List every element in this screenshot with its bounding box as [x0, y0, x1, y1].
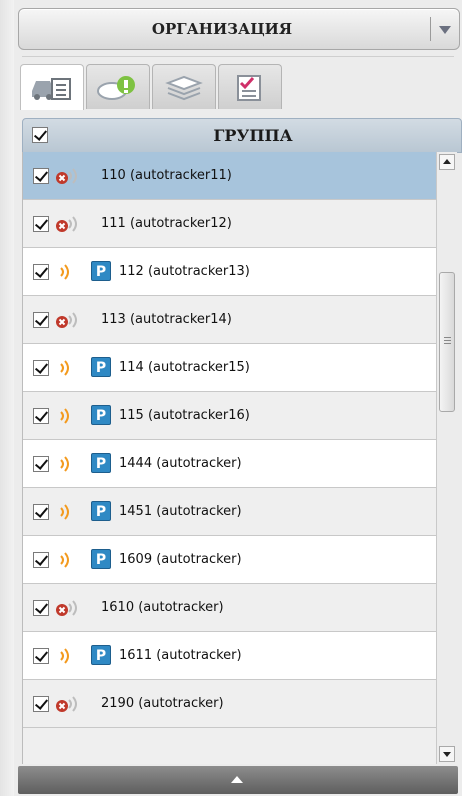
organization-title: ОРГАНИЗАЦИЯ: [151, 20, 293, 38]
unit-row[interactable]: P 1444 (autotracker): [23, 440, 437, 488]
signal-offline-icon: [56, 600, 77, 616]
parking-icon: P: [91, 645, 111, 665]
scroll-up-button[interactable]: [439, 154, 455, 170]
parking-icon: P: [91, 405, 111, 425]
unit-row[interactable]: P 112 (autotracker13): [23, 248, 437, 296]
unit-name: 112 (autotracker13): [119, 264, 250, 279]
unit-name: 111 (autotracker12): [101, 216, 232, 231]
parking-icon: P: [91, 357, 111, 377]
select-all-checkbox[interactable]: [32, 127, 48, 143]
unit-row[interactable]: 2190 (autotracker): [23, 680, 437, 728]
group-header: ГРУППА: [22, 118, 462, 153]
unit-row[interactable]: P 1451 (autotracker): [23, 488, 437, 536]
unit-name: 110 (autotracker11): [101, 168, 232, 183]
parking-icon: P: [91, 549, 111, 569]
unit-row[interactable]: P 1611 (autotracker): [23, 632, 437, 680]
scroll-thumb[interactable]: [439, 272, 455, 412]
unit-checkbox[interactable]: [33, 360, 49, 376]
unit-list: 110 (autotracker11) 111 (autotracker12) P 1…: [22, 152, 437, 764]
organization-dropdown[interactable]: ОРГАНИЗАЦИЯ: [18, 8, 460, 50]
unit-name: 1611 (autotracker): [119, 648, 242, 663]
unit-name: 1609 (autotracker): [119, 552, 242, 567]
unit-checkbox[interactable]: [33, 648, 49, 664]
unit-checkbox[interactable]: [33, 552, 49, 568]
signal-online-icon: [60, 408, 69, 424]
unit-checkbox[interactable]: [33, 456, 49, 472]
parking-icon: P: [91, 261, 111, 281]
unit-name: 1444 (autotracker): [119, 456, 242, 471]
unit-name: 113 (autotracker14): [101, 312, 232, 327]
unit-row[interactable]: 111 (autotracker12): [23, 200, 437, 248]
unit-name: 1451 (autotracker): [119, 504, 242, 519]
unit-checkbox[interactable]: [33, 696, 49, 712]
tab-geozones[interactable]: [86, 64, 150, 109]
signal-online-icon: [60, 648, 69, 664]
unit-name: 1610 (autotracker): [101, 600, 224, 615]
left-edge: [0, 0, 14, 796]
car-list-icon: [32, 78, 71, 100]
unit-checkbox[interactable]: [33, 216, 49, 232]
dropdown-separator: [430, 17, 431, 41]
tab-reports[interactable]: [218, 64, 282, 109]
unit-checkbox[interactable]: [33, 312, 49, 328]
signal-online-icon: [60, 264, 69, 280]
unit-row[interactable]: [23, 728, 437, 764]
unit-row[interactable]: P 114 (autotracker15): [23, 344, 437, 392]
signal-online-icon: [60, 504, 69, 520]
unit-checkbox[interactable]: [33, 168, 49, 184]
parking-icon: P: [91, 453, 111, 473]
signal-online-icon: [60, 552, 69, 568]
signal-online-icon: [60, 456, 69, 472]
signal-offline-icon: [56, 168, 77, 184]
grip-icon: [444, 337, 451, 345]
unit-name: 114 (autotracker15): [119, 360, 250, 375]
scroll-down-button[interactable]: [439, 746, 455, 762]
scrollbar[interactable]: [436, 152, 457, 764]
chevron-up-icon[interactable]: [231, 776, 243, 783]
unit-row[interactable]: P 1609 (autotracker): [23, 536, 437, 584]
unit-row[interactable]: 1610 (autotracker): [23, 584, 437, 632]
map-lightbulb-icon: [97, 76, 135, 100]
unit-checkbox[interactable]: [33, 408, 49, 424]
signal-offline-icon: [56, 312, 77, 328]
tab-layers[interactable]: [152, 64, 216, 109]
divider: [22, 56, 454, 57]
unit-row[interactable]: 110 (autotracker11): [23, 152, 437, 200]
layers-icon: [165, 75, 203, 101]
unit-name: 2190 (autotracker): [101, 696, 224, 711]
parking-icon: P: [91, 501, 111, 521]
unit-row[interactable]: 113 (autotracker14): [23, 296, 437, 344]
signal-online-icon: [60, 360, 69, 376]
unit-row[interactable]: P 115 (autotracker16): [23, 392, 437, 440]
signal-offline-icon: [56, 216, 77, 232]
unit-checkbox[interactable]: [33, 504, 49, 520]
unit-checkbox[interactable]: [33, 600, 49, 616]
unit-name: 115 (autotracker16): [119, 408, 250, 423]
unit-checkbox[interactable]: [33, 264, 49, 280]
collapse-bar[interactable]: [18, 766, 458, 794]
signal-offline-icon: [56, 696, 77, 712]
tab-vehicles[interactable]: [20, 64, 84, 110]
checklist-icon: [237, 75, 261, 101]
chevron-down-icon[interactable]: [439, 26, 451, 34]
group-title: ГРУППА: [213, 126, 293, 145]
